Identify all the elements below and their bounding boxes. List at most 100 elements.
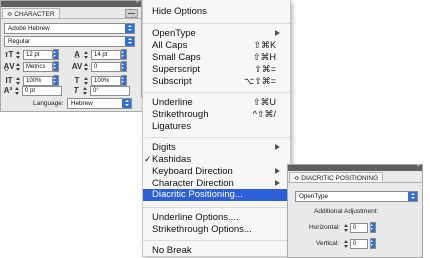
horizontal-scale-field[interactable]: 100% bbox=[91, 76, 121, 86]
menu-item-label: No Break bbox=[152, 245, 192, 256]
menu-item-superscript[interactable]: Superscript ⇧⌘= bbox=[143, 64, 290, 75]
menu-item-label: Strikethrough bbox=[152, 109, 209, 120]
horizontal-scale-icon: T bbox=[74, 76, 80, 85]
tracking-stepper[interactable] bbox=[84, 63, 89, 72]
menu-item-strikethrough-options[interactable]: Strikethrough Options... bbox=[143, 224, 290, 235]
menu-item-shortcut: ^⇧⌘/ bbox=[252, 109, 276, 119]
menu-item-shortcut: ⌥⇧⌘= bbox=[243, 76, 276, 86]
menu-separator bbox=[143, 207, 290, 208]
menu-item-subscript[interactable]: Subscript ⌥⇧⌘= bbox=[143, 76, 290, 87]
language-label: Language: bbox=[33, 100, 64, 107]
tracking-dropdown-icon[interactable] bbox=[122, 62, 126, 71]
leading-select[interactable] bbox=[121, 49, 127, 60]
skew-stepper[interactable] bbox=[83, 87, 88, 96]
menu-item-opentype[interactable]: OpenType bbox=[143, 28, 290, 39]
font-family-dropdown-icon[interactable] bbox=[125, 24, 134, 33]
menu-item-underline-options[interactable]: Underline Options.... bbox=[143, 212, 290, 223]
horizontal-field[interactable]: 0 bbox=[350, 223, 368, 233]
panel-title-bar[interactable]: » bbox=[1, 0, 141, 7]
menu-item-all-caps[interactable]: All Caps ⇧⌘K bbox=[143, 40, 290, 51]
font-style-value: Regular bbox=[8, 38, 31, 45]
vertical-scale-dropdown-icon[interactable] bbox=[54, 76, 58, 85]
menu-item-digits[interactable]: Digits bbox=[143, 142, 290, 153]
panel-menu-button[interactable] bbox=[125, 9, 138, 18]
kerning-stepper[interactable] bbox=[16, 63, 21, 72]
vertical-scale-field[interactable]: 100% bbox=[23, 76, 53, 86]
menu-item-label: Underline bbox=[152, 97, 193, 108]
language-value: Hebrew bbox=[71, 100, 93, 107]
tracking-select[interactable] bbox=[121, 61, 127, 72]
diacritic-mode-value: OpenType bbox=[299, 193, 329, 200]
vertical-stepper[interactable] bbox=[344, 240, 349, 249]
leading-stepper[interactable] bbox=[84, 51, 89, 60]
horizontal-scale-stepper[interactable] bbox=[84, 77, 89, 86]
collapse-icon[interactable]: » bbox=[417, 162, 420, 170]
tracking-field[interactable]: 0 bbox=[91, 62, 121, 72]
menu-item-label: Character Direction bbox=[152, 178, 234, 189]
menu-item-diacritic-positioning[interactable]: Diacritic Positioning... bbox=[143, 189, 290, 201]
language-dropdown-icon[interactable] bbox=[122, 99, 131, 108]
menu-item-label: Diacritic Positioning... bbox=[152, 189, 243, 200]
menu-item-shortcut: ⇧⌘= bbox=[254, 64, 276, 74]
vertical-label: Vertical: bbox=[316, 240, 340, 247]
tracking-icon: AV bbox=[71, 62, 83, 71]
font-size-select[interactable] bbox=[53, 49, 59, 60]
additional-adjustment-label: Additional Adjustment: bbox=[314, 208, 379, 215]
diacritic-mode-dropdown-icon[interactable] bbox=[408, 192, 417, 201]
menu-item-label: Kashidas bbox=[152, 154, 192, 165]
menu-separator bbox=[143, 23, 290, 24]
leading-field[interactable]: 14 pt bbox=[91, 50, 121, 60]
font-size-field[interactable]: 12 pt bbox=[23, 50, 53, 60]
menu-item-label: OpenType bbox=[152, 28, 196, 39]
horizontal-stepper[interactable] bbox=[344, 224, 349, 233]
baseline-shift-field[interactable]: 0 pt bbox=[22, 86, 62, 96]
kerning-field[interactable]: Metrics bbox=[23, 62, 53, 72]
menu-item-character-direction[interactable]: Character Direction bbox=[143, 178, 290, 189]
diacritic-mode-select[interactable]: OpenType bbox=[295, 191, 418, 202]
font-style-dropdown-icon[interactable] bbox=[125, 37, 134, 46]
tab-divider bbox=[288, 182, 422, 183]
checkmark-icon: ✓ bbox=[144, 154, 152, 164]
menu-item-kashidas[interactable]: ✓ Kashidas bbox=[143, 154, 290, 165]
horizontal-label: Horizontal: bbox=[309, 224, 341, 231]
vertical-select[interactable] bbox=[370, 238, 376, 249]
menu-item-label: Keyboard Direction bbox=[152, 166, 233, 177]
menu-item-hide-options[interactable]: Hide Options bbox=[143, 6, 290, 17]
vertical-scale-stepper[interactable] bbox=[16, 77, 21, 86]
font-style-select[interactable]: Regular bbox=[4, 36, 135, 47]
font-size-icon: ᴛT bbox=[4, 50, 14, 59]
horizontal-select[interactable] bbox=[370, 222, 376, 233]
font-family-select[interactable]: Adobe Hebrew bbox=[4, 23, 135, 34]
menu-item-ligatures[interactable]: Ligatures bbox=[143, 121, 290, 132]
language-select[interactable]: Hebrew bbox=[67, 98, 132, 109]
vertical-field[interactable]: 0 bbox=[350, 239, 368, 249]
horizontal-scale-dropdown-icon[interactable] bbox=[122, 76, 126, 85]
menu-item-label: All Caps bbox=[152, 40, 188, 51]
tab-divider bbox=[1, 18, 141, 19]
kerning-select[interactable] bbox=[53, 61, 59, 72]
menu-separator bbox=[143, 240, 290, 241]
font-size-stepper[interactable] bbox=[16, 51, 21, 60]
kerning-dropdown-icon[interactable] bbox=[54, 62, 58, 71]
menu-item-keyboard-direction[interactable]: Keyboard Direction bbox=[143, 166, 290, 177]
panel-title-bar[interactable]: » bbox=[288, 162, 422, 171]
horizontal-scale-select[interactable] bbox=[121, 75, 127, 86]
vertical-dropdown-icon[interactable] bbox=[371, 239, 375, 248]
vertical-scale-select[interactable] bbox=[53, 75, 59, 86]
skew-icon: T bbox=[73, 86, 79, 95]
baseline-shift-icon: Aª bbox=[3, 86, 13, 95]
menu-item-small-caps[interactable]: Small Caps ⇧⌘H bbox=[143, 52, 290, 63]
font-size-dropdown-icon[interactable] bbox=[54, 50, 58, 59]
submenu-arrow-icon bbox=[275, 168, 280, 174]
leading-dropdown-icon[interactable] bbox=[122, 50, 126, 59]
baseline-shift-stepper[interactable] bbox=[15, 87, 20, 96]
menu-item-label: Hide Options bbox=[152, 6, 207, 17]
menu-item-label: Subscript bbox=[152, 76, 192, 87]
font-family-value: Adobe Hebrew bbox=[8, 25, 50, 32]
menu-item-underline[interactable]: Underline ⇧⌘U bbox=[143, 97, 290, 108]
menu-item-no-break[interactable]: No Break bbox=[143, 245, 290, 256]
menu-item-strikethrough[interactable]: Strikethrough ^⇧⌘/ bbox=[143, 109, 290, 120]
collapse-icon[interactable]: » bbox=[136, 0, 139, 6]
skew-field[interactable]: 0° bbox=[90, 86, 130, 96]
horizontal-dropdown-icon[interactable] bbox=[371, 223, 375, 232]
